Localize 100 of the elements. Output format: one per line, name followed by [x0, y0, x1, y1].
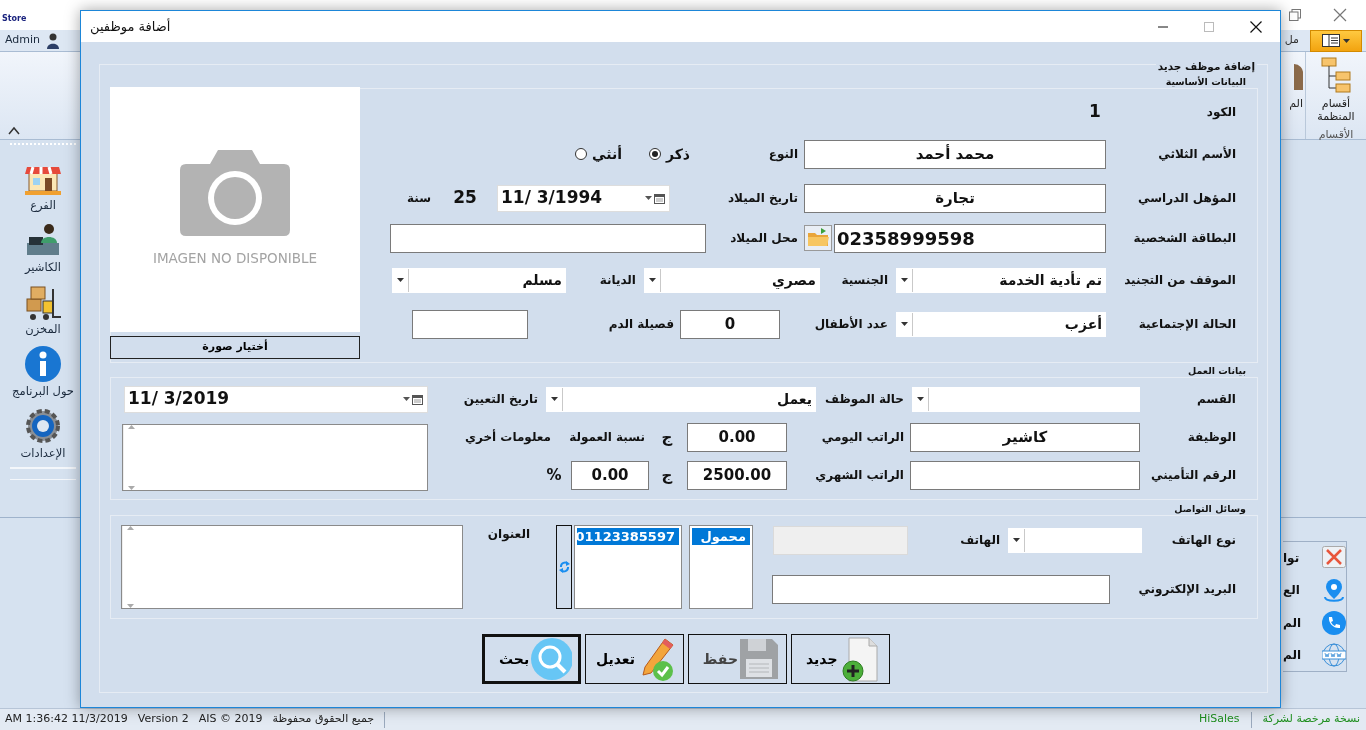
unit-label: ج: [661, 426, 673, 448]
edit-button[interactable]: تعديل: [585, 634, 684, 684]
boxes-icon[interactable]: [23, 283, 63, 321]
caret-icon: [551, 397, 558, 401]
dropdown[interactable]: تم تأدية الخدمة: [896, 267, 1106, 293]
panel-icon: [1322, 34, 1340, 47]
radio-button[interactable]: ذكر: [648, 143, 690, 165]
status-text: جميع الحقوق محفوظة: [272, 711, 375, 728]
field-label: الكود: [1206, 104, 1237, 121]
phone-icon[interactable]: [1322, 610, 1346, 635]
caret-icon: [901, 278, 908, 282]
input-field[interactable]: [412, 309, 528, 339]
search-button[interactable]: بحث: [482, 634, 581, 684]
field-value: 25: [453, 186, 477, 210]
list-box[interactable]: 01123385597: [574, 525, 682, 609]
scroll-up-icon[interactable]: [127, 526, 134, 530]
ribbon-button[interactable]: الم: [1289, 96, 1303, 113]
input-field[interactable]: [390, 223, 706, 253]
globe-icon[interactable]: [1322, 642, 1346, 667]
field-label: الراتب اليومي: [821, 429, 905, 446]
dropdown[interactable]: يعمل: [546, 386, 816, 412]
field-label: الجنسية: [841, 272, 889, 289]
close-icon[interactable]: [1250, 20, 1262, 33]
field-label: تاريخ الميلاد: [727, 190, 799, 207]
caret-icon: [917, 397, 924, 401]
ribbon-tab[interactable]: مل: [1281, 30, 1302, 51]
field-value: 1: [1089, 100, 1101, 124]
caret-icon: [397, 278, 404, 282]
section-title: وسائل التواصل: [1174, 503, 1246, 514]
field-label: عدد الأطفال: [814, 315, 889, 333]
panel-item[interactable]: الع: [1283, 581, 1300, 600]
gear-icon[interactable]: [23, 407, 63, 445]
input-field[interactable]: كاشير: [910, 422, 1140, 452]
input-field[interactable]: 0: [680, 309, 780, 339]
panel-item[interactable]: الم: [1283, 645, 1302, 664]
dropdown[interactable]: مصري: [644, 267, 820, 293]
scroll-up-icon[interactable]: [128, 425, 135, 429]
unit-label: %: [546, 464, 562, 486]
input-field[interactable]: 2500.00: [687, 460, 787, 490]
dropdown[interactable]: أعزب: [896, 311, 1106, 337]
date-field[interactable]: 11/ 3/1994: [497, 184, 670, 212]
caret-icon: [645, 196, 652, 200]
status-text: نسخة مرخصة لشركة: [1262, 711, 1360, 728]
sidebar-item[interactable]: الكاشير: [25, 259, 61, 277]
date-field[interactable]: 11/ 3/2019: [124, 385, 428, 413]
dropdown[interactable]: مسلم: [392, 267, 566, 293]
scroll-down-icon[interactable]: [128, 486, 135, 490]
field-label: البريد الإلكتروني: [1138, 581, 1237, 598]
input-field[interactable]: محمد أحمد: [804, 139, 1106, 169]
window-title: أضافة موظفين: [90, 17, 171, 37]
list-item[interactable]: 01123385597: [577, 528, 679, 545]
ribbon-button[interactable]: أقسام المنظمة: [1308, 52, 1364, 123]
unit-label: ج: [661, 464, 673, 486]
info-icon[interactable]: [23, 345, 63, 383]
restore-icon[interactable]: [1289, 9, 1301, 21]
location-pin-icon[interactable]: [1322, 578, 1346, 603]
list-item[interactable]: محمول: [692, 528, 750, 545]
field-label: الحالة الإجتماعية: [1138, 316, 1237, 333]
panel-item[interactable]: توا: [1283, 549, 1300, 568]
field-label: البطاقة الشخصية: [1133, 230, 1237, 247]
field-label: تاريخ التعيين: [463, 391, 539, 408]
text-area[interactable]: [121, 525, 463, 609]
sidebar-item[interactable]: الفرع: [30, 197, 56, 215]
panel-item[interactable]: الم: [1283, 613, 1302, 632]
caret-icon: [649, 278, 656, 282]
sidebar-item[interactable]: الإعدادات: [20, 445, 66, 463]
folder-icon[interactable]: [804, 225, 832, 251]
status-text: AIS © 2019: [198, 711, 263, 728]
refresh-button[interactable]: [556, 525, 572, 609]
status-text: HiSales: [1198, 711, 1240, 728]
text-area[interactable]: [122, 424, 428, 491]
chevron-up-icon[interactable]: [8, 126, 20, 135]
input-field[interactable]: 0.00: [571, 460, 649, 490]
field-label: فصيلة الدم: [608, 316, 675, 333]
field-label: الرقم التأميني: [1151, 466, 1237, 484]
field-label: معلومات أخري: [464, 428, 552, 446]
sidebar-item[interactable]: حول البرنامج: [12, 383, 74, 401]
scroll-down-icon[interactable]: [127, 604, 134, 608]
field-label: العنوان: [487, 527, 531, 541]
field-label: النوع: [768, 146, 799, 163]
radio-button[interactable]: أنثي: [575, 143, 622, 165]
refresh-icon: [558, 561, 570, 573]
input-field[interactable]: 02358999598: [834, 223, 1106, 253]
status-text: Version 2: [137, 711, 189, 728]
field-label: محل الميلاد: [730, 230, 799, 247]
field-label: نسبة العمولة: [569, 429, 646, 446]
choose-photo-button[interactable]: أختيار صورة: [110, 336, 360, 359]
input-field[interactable]: [772, 574, 1110, 604]
caret-icon: [901, 322, 908, 326]
input-field[interactable]: 0.00: [687, 422, 787, 452]
input-field[interactable]: تجارة: [804, 183, 1106, 213]
org-chart-icon: [1321, 57, 1351, 93]
new-button[interactable]: جديد: [791, 634, 890, 684]
input-field[interactable]: [910, 460, 1140, 490]
app-menu-button[interactable]: [1310, 29, 1362, 52]
field-label: نوع الهاتف: [1171, 532, 1237, 549]
sidebar-item[interactable]: المخزن: [25, 321, 61, 339]
user-icon: [46, 32, 61, 49]
status-text: AM 1:36:42 11/3/2019: [5, 711, 128, 728]
list-box[interactable]: محمول: [689, 525, 753, 609]
